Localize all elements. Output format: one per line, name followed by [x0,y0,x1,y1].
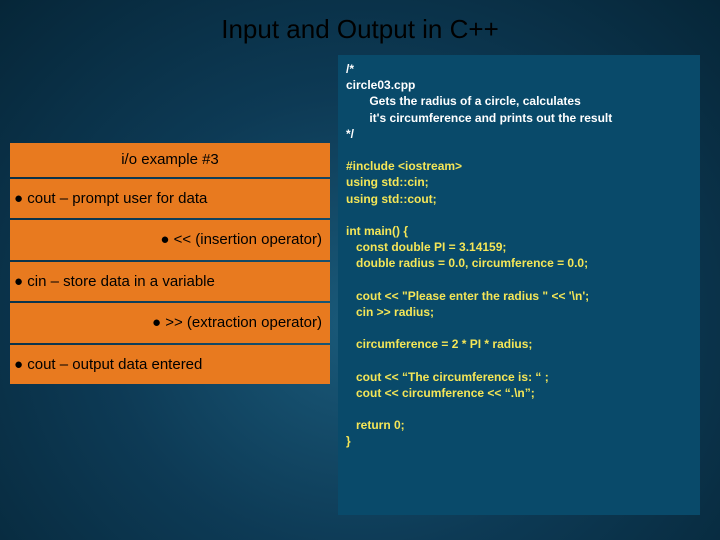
code-line: double radius = 0.0, circumference = 0.0… [346,256,588,270]
bullet-cout-output: ● cout – output data entered [10,345,330,385]
code-line: circle03.cpp [346,78,415,92]
code-line: #include <iostream> [346,159,462,173]
bullet-extraction-op: ● >> (extraction operator) [10,303,330,343]
bullet-text: >> (extraction operator) [165,314,322,331]
code-line: } [346,434,351,448]
code-line: */ [346,127,354,141]
code-line: const double PI = 3.14159; [346,240,506,254]
bullet-text: cout – prompt user for data [27,190,207,207]
io-example-heading: i/o example #3 [10,143,330,177]
code-line: it's circumference and prints out the re… [346,111,612,125]
code-line: using std::cout; [346,192,437,206]
slide-title: Input and Output in C++ [0,0,720,55]
left-column: i/o example #3 ● cout – prompt user for … [10,55,330,515]
code-line: cout << "Please enter the radius " << '\… [346,289,589,303]
code-line: cout << “The circumference is: “ ; [346,370,549,384]
bullet-text: << (insertion operator) [174,231,322,248]
code-line: Gets the radius of a circle, calculates [346,94,581,108]
code-line: using std::cin; [346,175,429,189]
code-line: circumference = 2 * PI * radius; [346,337,532,351]
bullet-text: cout – output data entered [27,356,202,373]
code-block: /* circle03.cpp Gets the radius of a cir… [338,55,700,515]
bullet-text: cin – store data in a variable [27,273,215,290]
code-line: cin >> radius; [346,305,434,319]
bullet-insertion-op: ● << (insertion operator) [10,220,330,260]
code-line: int main() { [346,224,408,238]
code-line: return 0; [346,418,405,432]
bullet-cin-store: ● cin – store data in a variable [10,262,330,302]
code-line: /* [346,62,354,76]
bullet-cout-prompt: ● cout – prompt user for data [10,179,330,219]
content-area: i/o example #3 ● cout – prompt user for … [0,55,720,515]
code-line: cout << circumference << “.\n”; [346,386,535,400]
